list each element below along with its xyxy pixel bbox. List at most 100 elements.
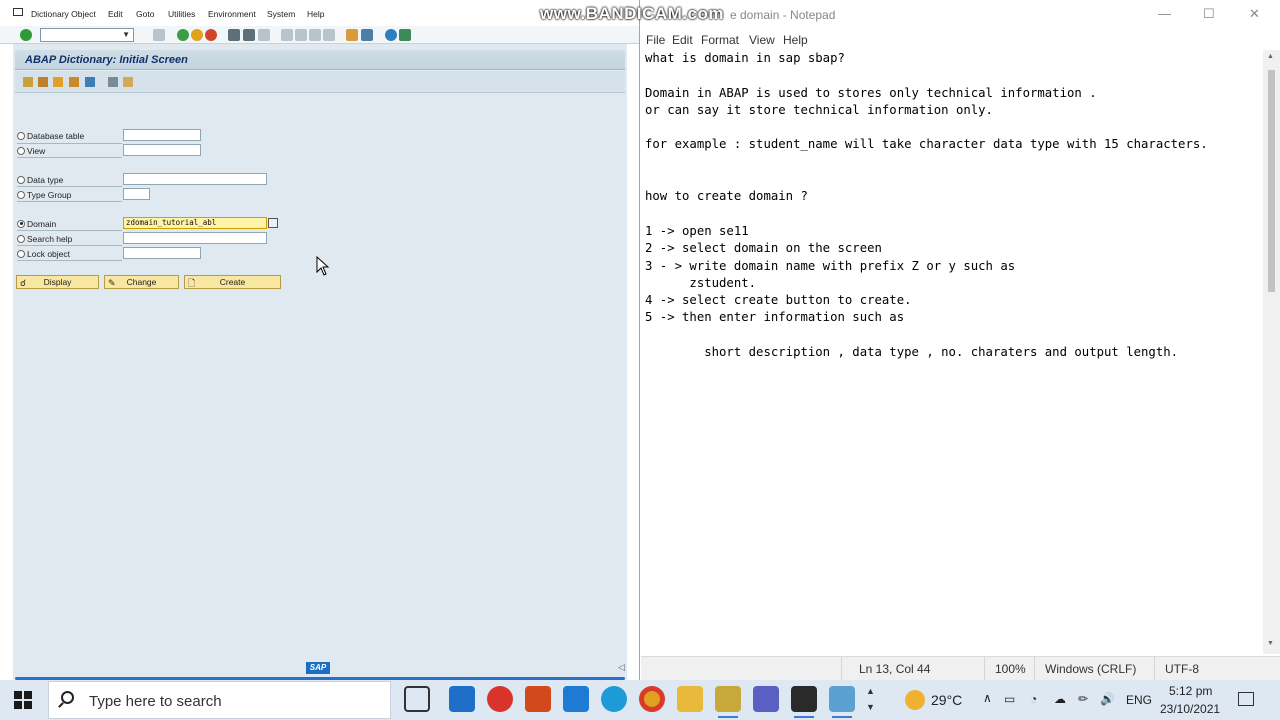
scroll-up-arrow-icon[interactable]: ▲: [1267, 53, 1274, 60]
radio-view[interactable]: [17, 146, 25, 155]
office-icon[interactable]: [525, 686, 551, 712]
status-expand-icon[interactable]: ◁: [618, 662, 625, 673]
clock-time[interactable]: 5:12 pm: [1169, 684, 1212, 698]
scrollbar-thumb[interactable]: [1268, 70, 1275, 292]
mail-icon[interactable]: [449, 686, 475, 712]
pen-icon[interactable]: ✏: [1078, 692, 1088, 706]
data-type-input[interactable]: [123, 173, 267, 185]
scroll-down-arrow-icon[interactable]: ▼: [1267, 640, 1274, 647]
radio-domain[interactable]: [17, 219, 25, 228]
cloud-icon[interactable]: ☁: [1054, 692, 1066, 706]
lock-object-input[interactable]: [123, 247, 201, 259]
edge-browser-icon[interactable]: [601, 686, 627, 712]
last-page-icon[interactable]: [323, 29, 335, 41]
taskbar-search-box[interactable]: Type here to search: [48, 681, 391, 719]
option-database-table[interactable]: Database table: [17, 131, 84, 141]
print-icon[interactable]: [228, 29, 240, 41]
volume-icon[interactable]: 🔊: [1100, 692, 1115, 706]
first-page-icon[interactable]: [281, 29, 293, 41]
menu-environment[interactable]: Environment: [208, 9, 256, 19]
menu-view[interactable]: View: [749, 33, 775, 47]
command-field[interactable]: ▼: [40, 28, 134, 42]
task-view-icon[interactable]: [404, 686, 430, 712]
option-domain[interactable]: Domain: [17, 219, 56, 229]
chevron-down-icon[interactable]: ▼: [122, 30, 130, 39]
clock-date[interactable]: 23/10/2021: [1160, 702, 1220, 716]
radio-data-type[interactable]: [17, 175, 25, 184]
find-icon[interactable]: [243, 29, 255, 41]
change-button[interactable]: ✎ Change: [104, 275, 179, 289]
option-type-group[interactable]: Type Group: [17, 190, 71, 200]
delete-trash-icon[interactable]: [108, 77, 118, 87]
bandicam-icon[interactable]: [791, 686, 817, 718]
show-hidden-icons-icon[interactable]: ∧: [983, 691, 992, 705]
menu-dictionary-object[interactable]: Dictionary Object: [31, 9, 96, 19]
create-button[interactable]: 🗋 Create: [184, 275, 281, 289]
new-session-icon[interactable]: [346, 29, 358, 41]
type-group-input[interactable]: [123, 188, 150, 200]
menu-file[interactable]: File: [646, 33, 665, 47]
battery-icon[interactable]: ▭: [1004, 692, 1015, 706]
find-next-icon[interactable]: [258, 29, 270, 41]
language-indicator[interactable]: ENG: [1126, 693, 1152, 707]
teams-icon[interactable]: [753, 686, 779, 712]
shortcut-icon[interactable]: [361, 29, 373, 41]
notepad-text-area[interactable]: what is domain in sap sbap? Domain in AB…: [645, 50, 1263, 652]
domain-input[interactable]: zdomain_tutorial_abl: [123, 217, 267, 229]
option-lock-object[interactable]: Lock object: [17, 249, 70, 259]
info-icon[interactable]: [85, 77, 95, 87]
view-input[interactable]: [123, 144, 201, 156]
scroll-apps-arrows-icon[interactable]: ▲ ▼: [866, 683, 875, 715]
radio-database-table[interactable]: [17, 131, 25, 140]
rename-icon[interactable]: [69, 77, 79, 87]
save-icon[interactable]: [153, 29, 165, 41]
weather-sun-icon[interactable]: [905, 690, 925, 710]
notepad-icon[interactable]: [829, 686, 855, 718]
sap-system-menu-icon[interactable]: [13, 8, 23, 16]
option-data-type[interactable]: Data type: [17, 175, 63, 185]
cancel-icon[interactable]: [205, 29, 217, 41]
edit-pencil-icon[interactable]: [38, 77, 48, 87]
radio-search-help[interactable]: [17, 234, 25, 243]
option-label: Lock object: [27, 249, 70, 259]
help-icon[interactable]: [385, 29, 397, 41]
copy-icon[interactable]: [123, 77, 133, 87]
vscode-icon[interactable]: [563, 686, 589, 712]
back-icon[interactable]: [177, 29, 189, 41]
menu-edit[interactable]: Edit: [108, 9, 123, 19]
menu-help[interactable]: Help: [783, 33, 808, 47]
menu-format[interactable]: Format: [701, 33, 739, 47]
file-explorer-icon[interactable]: [677, 686, 703, 712]
radio-lock-object[interactable]: [17, 249, 25, 258]
close-icon[interactable]: ✕: [1249, 6, 1260, 22]
minimize-icon[interactable]: —: [1158, 6, 1171, 21]
maximize-icon[interactable]: ☐: [1203, 6, 1215, 22]
display-button[interactable]: ☌ Display: [16, 275, 99, 289]
exit-icon[interactable]: [191, 29, 203, 41]
enter-check-icon[interactable]: [20, 29, 32, 41]
search-help-input[interactable]: [123, 232, 267, 244]
other-object-icon[interactable]: [23, 77, 33, 87]
menu-help[interactable]: Help: [307, 9, 324, 19]
chrome-browser-icon[interactable]: [639, 686, 665, 712]
menu-goto[interactable]: Goto: [136, 9, 154, 19]
customize-layout-icon[interactable]: [399, 29, 411, 41]
menu-system[interactable]: System: [267, 9, 295, 19]
vertical-scrollbar[interactable]: ▲ ▼: [1263, 50, 1280, 654]
wifi-icon[interactable]: ◔: [1030, 692, 1037, 706]
screen-recorder-icon[interactable]: [487, 686, 513, 712]
option-view[interactable]: View: [17, 146, 45, 156]
windows-start-icon[interactable]: [14, 691, 32, 709]
previous-page-icon[interactable]: [295, 29, 307, 41]
search-help-icon[interactable]: [268, 218, 278, 228]
menu-utilities[interactable]: Utilities: [168, 9, 195, 19]
radio-type-group[interactable]: [17, 190, 25, 199]
weather-temperature[interactable]: 29°C: [931, 692, 962, 708]
option-search-help[interactable]: Search help: [17, 234, 72, 244]
notifications-icon[interactable]: [1238, 692, 1254, 706]
database-table-input[interactable]: [123, 129, 201, 141]
next-page-icon[interactable]: [309, 29, 321, 41]
sap-logon-icon[interactable]: [715, 686, 741, 718]
menu-edit[interactable]: Edit: [672, 33, 693, 47]
copy-object-icon[interactable]: [53, 77, 63, 87]
